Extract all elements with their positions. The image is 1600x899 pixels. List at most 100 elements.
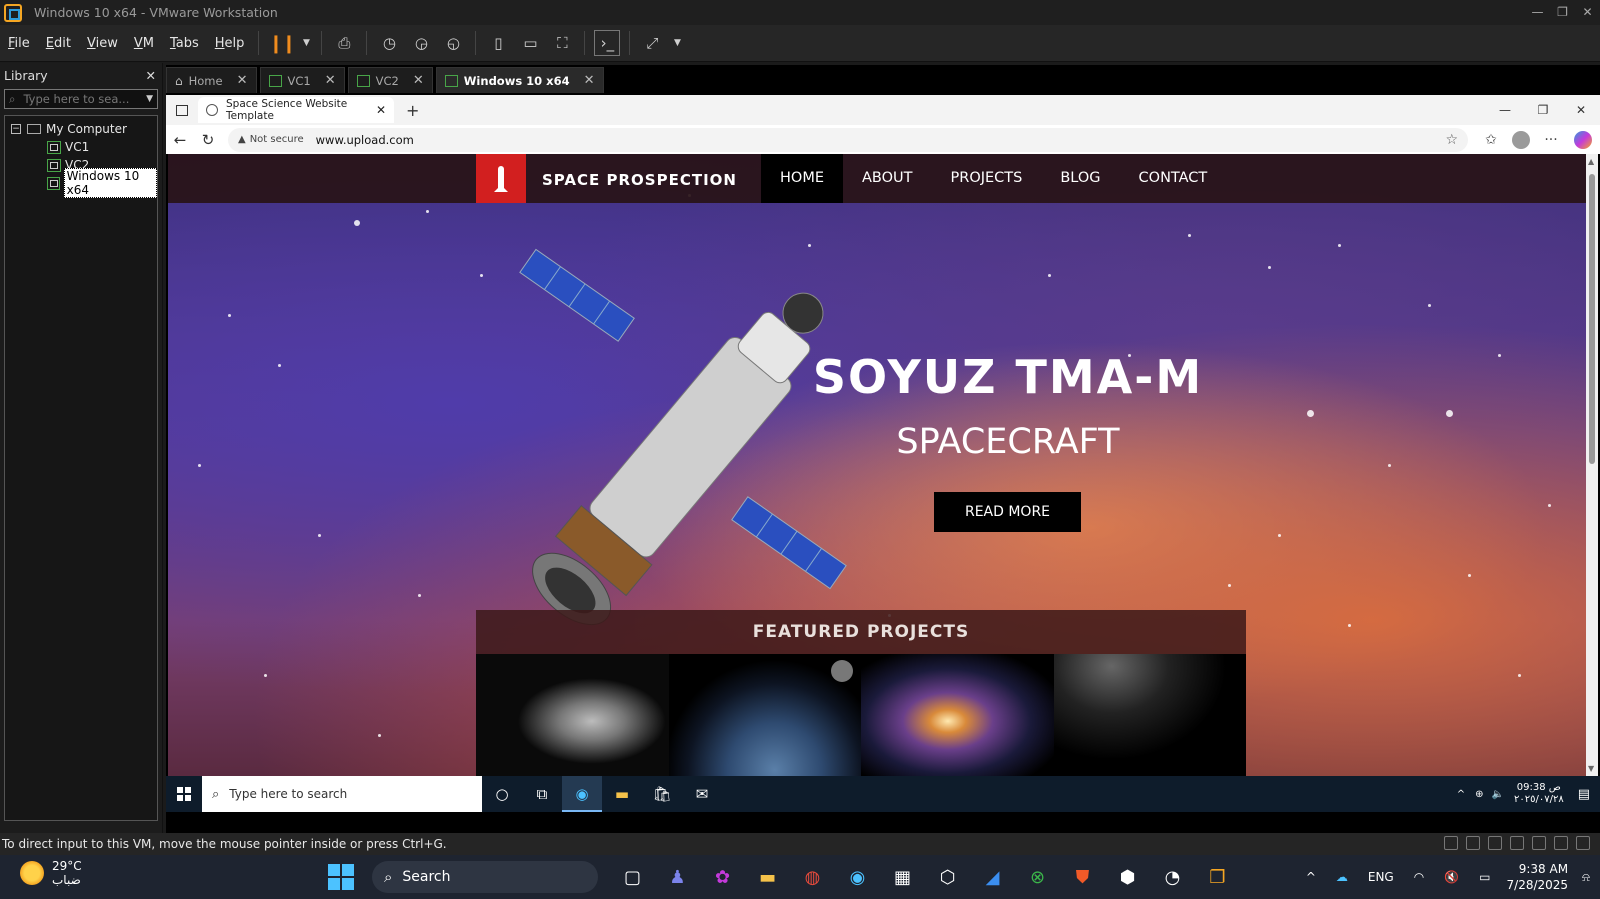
scroll-down-icon[interactable]: ▼ [1588, 764, 1594, 773]
dropdown-icon[interactable]: ▼ [671, 30, 683, 56]
scroll-up-icon[interactable]: ▲ [1588, 157, 1594, 166]
copilot-icon[interactable] [1574, 130, 1592, 149]
edge-icon[interactable]: ◉ [840, 859, 876, 895]
dropdown-icon[interactable]: ▼ [300, 30, 312, 56]
scrollbar-thumb[interactable] [1589, 174, 1595, 464]
send-ctrl-alt-del-icon[interactable]: ⎙ [331, 30, 357, 56]
battery-icon[interactable]: ▭ [1479, 870, 1490, 884]
brave-icon[interactable]: ⛊ [1065, 859, 1101, 895]
language-indicator[interactable]: ENG [1368, 870, 1394, 884]
tree-item-windows-10-x64[interactable]: Windows 10 x64 [5, 168, 157, 198]
full-screen-icon[interactable]: ⛶ [549, 30, 575, 56]
chrome-icon[interactable]: ◍ [795, 859, 831, 895]
restore-icon[interactable]: ❐ [1550, 0, 1575, 25]
terminal-app-icon[interactable]: ⬢ [1110, 859, 1146, 895]
browser-tab[interactable]: Space Science Website Template ✕ [198, 97, 394, 123]
menu-view[interactable]: View [79, 36, 126, 51]
store-icon[interactable]: 🛍 [642, 785, 682, 803]
copilot-app-icon[interactable]: ✿ [705, 859, 741, 895]
app-cube-icon[interactable]: ⬡ [930, 859, 966, 895]
notifications-icon[interactable]: ▤ [1578, 787, 1590, 802]
cortana-icon[interactable]: ○ [482, 785, 522, 803]
tab-vc1[interactable]: VC1 ✕ [259, 67, 345, 93]
tab-home[interactable]: ⌂ Home ✕ [166, 67, 257, 93]
tree-item-my-computer[interactable]: − My Computer [5, 120, 157, 138]
mail-icon[interactable]: ✉ [682, 785, 722, 803]
close-icon[interactable]: ✕ [413, 73, 424, 88]
console-view-icon[interactable]: ›_ [594, 30, 621, 56]
menu-help[interactable]: Help [207, 36, 253, 51]
tray-chevron-icon[interactable]: ^ [1457, 789, 1465, 800]
nav-about[interactable]: ABOUT [843, 154, 932, 203]
new-tab-icon[interactable]: + [406, 101, 419, 120]
close-icon[interactable]: ✕ [376, 103, 386, 117]
chevron-down-icon[interactable]: ▼ [146, 94, 153, 104]
host-search-box[interactable]: ⌕ Search [372, 861, 598, 893]
library-search-input[interactable]: ⌕ Type here to sea... ▼ [4, 89, 158, 109]
guest-screen[interactable]: Space Science Website Template ✕ + — ❐ ✕… [166, 93, 1600, 833]
menu-tabs[interactable]: Tabs [162, 36, 207, 51]
task-view-icon[interactable]: ▢ [615, 859, 651, 895]
menu-vm[interactable]: VM [126, 36, 162, 51]
visual-search-icon[interactable] [831, 660, 853, 682]
url-field[interactable]: ▲ Not secure www.upload.com ☆ [228, 127, 1468, 152]
nav-home[interactable]: HOME [761, 154, 843, 203]
tray-chevron-icon[interactable]: ^ [1306, 870, 1316, 884]
onedrive-icon[interactable]: ☁ [1336, 870, 1348, 884]
snapshot-manager-icon[interactable]: ◵ [440, 30, 466, 56]
edge-taskbar-icon[interactable]: ◉ [562, 776, 602, 812]
refresh-icon[interactable]: ↻ [194, 131, 222, 149]
collapse-icon[interactable]: − [11, 124, 21, 134]
favorite-star-icon[interactable]: ☆ [1445, 132, 1458, 148]
favorites-icon[interactable]: ✩ [1476, 132, 1506, 148]
usb-icon[interactable] [1532, 836, 1546, 850]
bluetooth-icon[interactable] [1554, 836, 1568, 850]
network-adapter-icon[interactable] [1488, 836, 1502, 850]
guest-start-button[interactable] [166, 776, 202, 812]
cd-drive-icon[interactable] [1466, 836, 1480, 850]
profile-avatar[interactable] [1512, 130, 1530, 149]
close-icon[interactable]: ✕ [237, 73, 248, 88]
volume-muted-icon[interactable]: 🔇 [1444, 870, 1459, 884]
read-more-button[interactable]: READ MORE [934, 492, 1081, 532]
close-icon[interactable]: ✕ [584, 73, 595, 88]
thumbnail-bar-icon[interactable]: ▭ [517, 30, 543, 56]
nav-blog[interactable]: BLOG [1041, 154, 1119, 203]
back-icon[interactable]: ← [166, 131, 194, 149]
more-options-icon[interactable]: ··· [1536, 132, 1566, 148]
close-icon[interactable]: ✕ [1575, 0, 1600, 25]
visual-studio-code-icon[interactable]: ◢ [975, 859, 1011, 895]
vmware-taskbar-icon[interactable]: ❐ [1200, 859, 1236, 895]
show-library-icon[interactable]: ▯ [485, 30, 511, 56]
site-brand[interactable]: SPACE PROSPECTION [542, 171, 737, 189]
host-clock[interactable]: 9:38 AM 7/28/2025 [1507, 861, 1569, 893]
not-secure-badge[interactable]: ▲ Not secure [238, 134, 304, 145]
notifications-icon[interactable]: ⍾ [1582, 870, 1590, 885]
close-icon[interactable]: ✕ [146, 68, 156, 83]
close-icon[interactable]: ✕ [1562, 95, 1600, 125]
file-explorer-icon[interactable]: ▬ [602, 785, 642, 803]
project-thumb-galaxy[interactable] [861, 654, 1054, 776]
guest-clock[interactable]: 09:38 ص ٢٠٢٥/٠٧/٢٨ [1514, 782, 1564, 806]
menu-file[interactable]: File [0, 36, 38, 51]
close-icon[interactable]: ✕ [325, 73, 336, 88]
url-text[interactable]: www.upload.com [316, 133, 1446, 147]
minimize-icon[interactable]: — [1525, 0, 1550, 25]
store-icon[interactable]: ▦ [885, 859, 921, 895]
display-icon[interactable] [1576, 836, 1590, 850]
tab-vc2[interactable]: VC2 ✕ [347, 67, 433, 93]
web-page-viewport[interactable]: SPACE PROSPECTION HOME ABOUT PROJECTS BL… [168, 154, 1598, 776]
teams-icon[interactable]: ♟ [660, 859, 696, 895]
project-thumb-earth[interactable] [668, 654, 861, 776]
tab-actions-icon[interactable] [176, 104, 188, 116]
host-start-button[interactable] [328, 864, 354, 890]
volume-icon[interactable]: 🔈 [1492, 789, 1504, 800]
stretch-guest-icon[interactable]: ⤢ [639, 30, 665, 56]
project-thumb-satellite[interactable] [1053, 654, 1246, 776]
wifi-icon[interactable]: ◠ [1414, 870, 1424, 884]
nav-contact[interactable]: CONTACT [1120, 154, 1227, 203]
page-scrollbar[interactable]: ▲ ▼ [1586, 154, 1598, 776]
tab-windows-10-x64[interactable]: Windows 10 x64 ✕ [435, 67, 604, 93]
xbox-icon[interactable]: ⊗ [1020, 859, 1056, 895]
clock-app-icon[interactable]: ◔ [1155, 859, 1191, 895]
